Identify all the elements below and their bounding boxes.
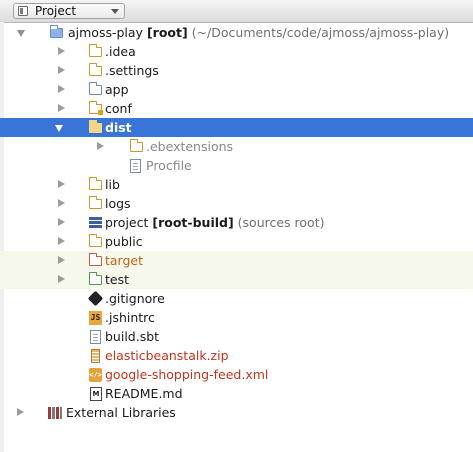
node-label: dist — [105, 120, 132, 135]
node-label: README.md — [105, 386, 183, 401]
xml-file-icon: </> — [89, 368, 102, 382]
node-label: project — [105, 215, 149, 230]
collapse-arrow-icon[interactable] — [58, 85, 65, 93]
resource-folder-icon — [89, 101, 103, 115]
node-label: logs — [105, 196, 131, 211]
tree-node-project[interactable]: project [root-build] (sources root) — [0, 213, 473, 232]
folder-icon — [89, 120, 102, 133]
libraries-icon — [48, 407, 62, 419]
project-view-icon — [18, 6, 28, 16]
tree-node-lib[interactable]: lib — [0, 175, 473, 194]
node-label: lib — [105, 177, 120, 192]
expand-arrow-icon[interactable] — [17, 30, 25, 37]
tree-node-build-sbt[interactable]: build.sbt — [0, 327, 473, 346]
tree-node-app[interactable]: app — [0, 80, 473, 99]
tree-node-procfile[interactable]: Procfile — [0, 156, 473, 175]
markdown-icon: M — [90, 387, 102, 401]
archive-icon — [91, 349, 100, 363]
build-module-icon — [89, 217, 102, 229]
tree-node-external-libraries[interactable]: External Libraries — [0, 403, 473, 422]
tree-node-target[interactable]: target — [0, 251, 473, 270]
node-label: .ebextensions — [146, 139, 234, 154]
tree-node-google-shopping-feed[interactable]: </> google-shopping-feed.xml — [0, 365, 473, 384]
root-module-name: ajmoss-play — [68, 25, 143, 40]
javascript-icon: JS — [89, 311, 102, 325]
node-label: elasticbeanstalk.zip — [105, 348, 229, 363]
tree-node-idea[interactable]: .idea — [0, 42, 473, 61]
folder-icon — [89, 44, 102, 57]
node-label: External Libraries — [66, 405, 176, 420]
folder-icon — [89, 234, 102, 247]
node-label: public — [105, 234, 143, 249]
collapse-arrow-icon[interactable] — [58, 237, 65, 245]
text-file-icon — [130, 159, 141, 173]
node-label: app — [105, 82, 129, 97]
chevron-down-icon — [111, 9, 119, 14]
root-module-path: (~/Documents/code/ajmoss/ajmoss-play) — [191, 25, 450, 40]
collapse-arrow-icon[interactable] — [58, 256, 65, 264]
tree-node-dist[interactable]: dist — [0, 118, 473, 137]
excluded-folder-icon — [89, 253, 102, 266]
root-module-tag: [root] — [146, 25, 188, 40]
tree-node-gitignore[interactable]: .gitignore — [0, 289, 473, 308]
node-note: (sources root) — [237, 215, 325, 230]
node-label: .settings — [105, 63, 159, 78]
collapse-arrow-icon[interactable] — [97, 142, 104, 150]
node-label: test — [105, 272, 130, 287]
tree-node-logs[interactable]: logs — [0, 194, 473, 213]
collapse-arrow-icon[interactable] — [58, 66, 65, 74]
collapse-arrow-icon[interactable] — [58, 104, 65, 112]
tree-node-elasticbeanstalk-zip[interactable]: elasticbeanstalk.zip — [0, 346, 473, 365]
folder-icon — [89, 63, 102, 76]
text-file-icon — [90, 330, 101, 344]
collapse-arrow-icon[interactable] — [17, 408, 24, 416]
project-view-selector[interactable]: Project — [13, 3, 125, 19]
folder-icon — [89, 177, 102, 190]
tree-node-readme[interactable]: M README.md — [0, 384, 473, 403]
expand-arrow-icon[interactable] — [55, 125, 63, 132]
collapse-arrow-icon[interactable] — [58, 275, 65, 283]
node-label: .gitignore — [105, 291, 165, 306]
project-tool-window-header: Project — [0, 0, 473, 23]
node-label: build.sbt — [105, 329, 160, 344]
node-label: .jshintrc — [105, 310, 155, 325]
source-folder-icon — [89, 82, 102, 95]
tree-node-jshintrc[interactable]: JS .jshintrc — [0, 308, 473, 327]
tree-node-test[interactable]: test — [0, 270, 473, 289]
folder-icon — [89, 196, 102, 209]
module-folder-icon — [50, 25, 63, 38]
tree-node-settings[interactable]: .settings — [0, 61, 473, 80]
node-label: Procfile — [146, 158, 192, 173]
node-label: target — [105, 253, 144, 268]
folder-icon — [130, 139, 143, 152]
git-icon — [87, 290, 104, 307]
tree-node-ebextensions[interactable]: .ebextensions — [0, 137, 473, 156]
node-tag: [root-build] — [152, 215, 234, 230]
collapse-arrow-icon[interactable] — [58, 218, 65, 226]
node-label: conf — [105, 101, 132, 116]
test-folder-icon — [89, 272, 102, 285]
node-label: google-shopping-feed.xml — [105, 367, 269, 382]
tree-node-conf[interactable]: conf — [0, 99, 473, 118]
collapse-arrow-icon[interactable] — [58, 180, 65, 188]
collapse-arrow-icon[interactable] — [58, 199, 65, 207]
project-view-label: Project — [35, 4, 77, 18]
node-label: .idea — [105, 44, 136, 59]
tree-node-root[interactable]: ajmoss-play [root] (~/Documents/code/ajm… — [0, 23, 473, 42]
tree-node-public[interactable]: public — [0, 232, 473, 251]
collapse-arrow-icon[interactable] — [58, 47, 65, 55]
